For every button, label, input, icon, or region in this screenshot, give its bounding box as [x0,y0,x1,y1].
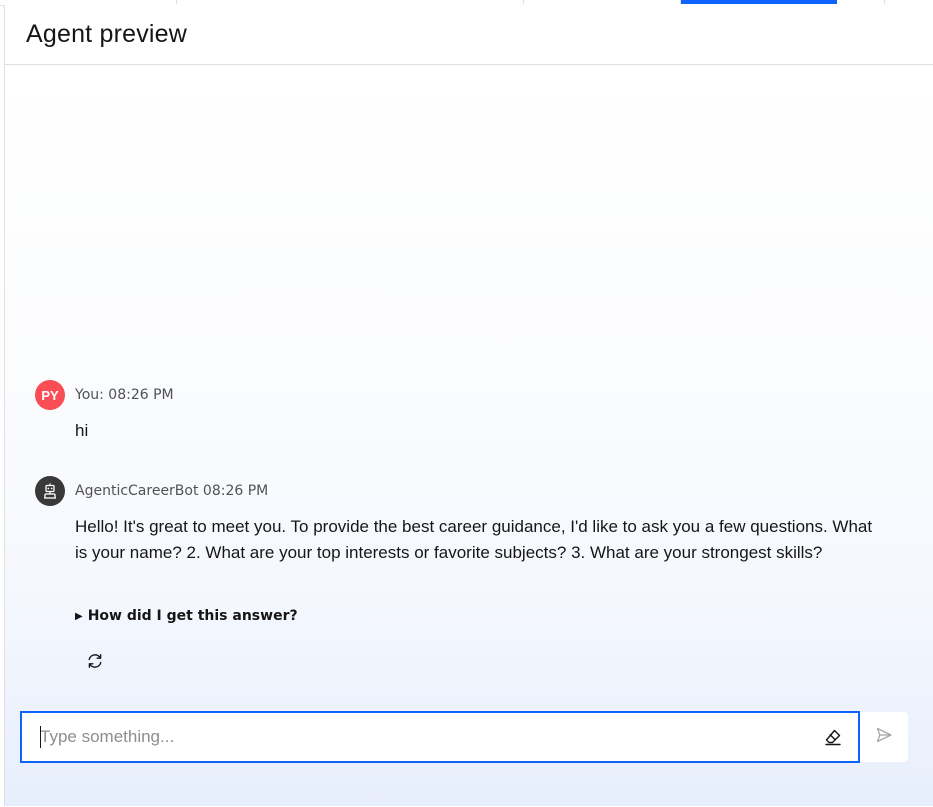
regenerate-icon[interactable] [81,647,109,675]
bot-message-meta: AgenticCareerBot 08:26 PM [75,483,269,499]
answer-explanation-toggle[interactable]: ▶ How did I get this answer? [75,608,298,624]
tab-active[interactable] [681,0,837,4]
caret-right-icon: ▶ [75,611,83,622]
tab-3[interactable] [524,0,681,4]
panel-title: Agent preview [26,20,188,48]
tab-5[interactable] [838,0,885,4]
agent-preview-panel: Agent preview PY You: 08:26 PM hi Agenti… [4,5,933,806]
send-icon [875,726,893,749]
user-message-meta: You: 08:26 PM [75,387,174,403]
robot-icon [35,476,65,506]
bot-message-text: Hello! It's great to meet you. To provid… [75,517,873,562]
panel-header: Agent preview [5,5,933,65]
text-caret [40,726,41,748]
user-message-text: hi [75,421,89,440]
send-button[interactable] [860,712,908,762]
tab-1[interactable] [0,0,177,4]
message-input[interactable] [40,713,800,761]
user-avatar: PY [35,380,65,410]
message-input-box[interactable] [20,711,860,763]
eraser-icon[interactable] [822,726,844,748]
tab-2[interactable] [177,0,524,4]
chat-area[interactable]: PY You: 08:26 PM hi AgenticCareerBot 08:… [5,65,933,806]
answer-explanation-label: How did I get this answer? [87,608,298,624]
